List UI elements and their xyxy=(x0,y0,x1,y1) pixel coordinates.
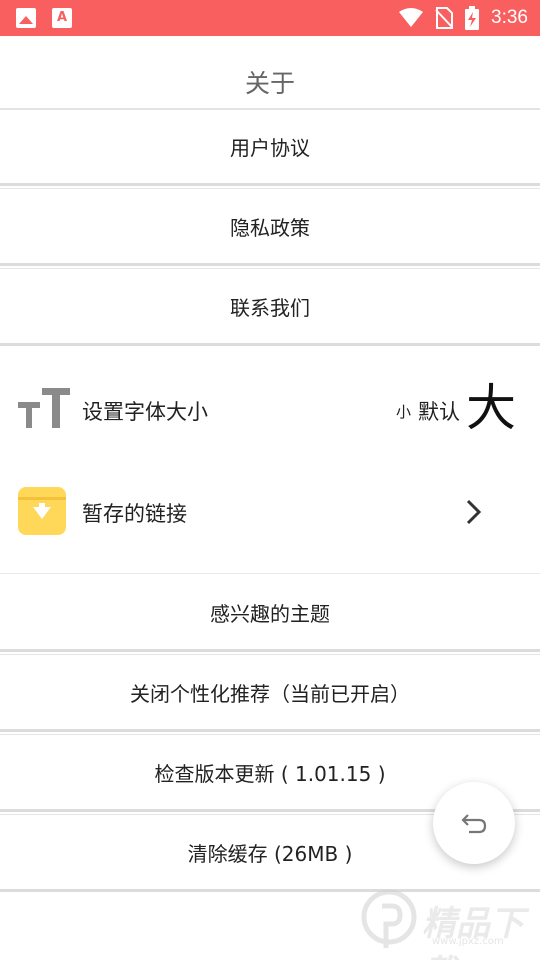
clear-cache-label: 清除缓存 (26MB ) xyxy=(187,841,353,866)
check-update-label: 检查版本更新 ( 1.01.15 ) xyxy=(154,761,386,786)
watermark-p-icon xyxy=(361,889,417,948)
font-size-label: 设置字体大小 xyxy=(82,400,208,424)
saved-links-folder-icon xyxy=(18,487,66,535)
watermark-logo: 精品下载 www.jpxz.com xyxy=(356,886,536,960)
interest-topics-label: 感兴趣的主题 xyxy=(210,602,330,626)
status-time: 3:36 xyxy=(491,7,528,28)
saved-links-item[interactable] xyxy=(0,464,540,574)
privacy-policy-item[interactable]: 隐私政策 xyxy=(0,188,540,266)
chevron-right-icon xyxy=(466,499,482,525)
user-agreement-item[interactable]: 用户协议 xyxy=(0,110,540,186)
wifi-icon xyxy=(399,8,424,27)
app-notification-icon: A xyxy=(52,8,72,28)
user-agreement-label: 用户协议 xyxy=(230,136,310,160)
saved-links-label: 暂存的链接 xyxy=(82,502,187,526)
font-size-small-option[interactable]: 小 xyxy=(396,401,411,422)
no-sim-icon xyxy=(435,7,454,29)
watermark-text: 精品下载 xyxy=(422,904,524,960)
image-notification-icon xyxy=(16,8,36,28)
personalization-item[interactable]: 关闭个性化推荐（当前已开启） xyxy=(0,654,540,732)
personalization-label: 关闭个性化推荐（当前已开启） xyxy=(130,681,410,706)
font-size-default-option[interactable]: 默认 xyxy=(418,396,460,426)
privacy-policy-label: 隐私政策 xyxy=(230,215,310,240)
undo-arrow-icon xyxy=(461,814,487,834)
font-size-large-option[interactable]: 大 xyxy=(466,378,516,438)
status-bar: A 3:36 xyxy=(0,0,540,36)
font-size-icon xyxy=(18,388,70,428)
battery-charging-icon xyxy=(465,6,480,30)
contact-us-label: 联系我们 xyxy=(230,295,310,320)
back-fab-button[interactable] xyxy=(433,782,515,864)
page-title: 关于 xyxy=(244,69,295,98)
contact-us-item[interactable]: 联系我们 xyxy=(0,268,540,346)
title-bar: 关于 xyxy=(0,36,540,110)
interest-topics-item[interactable]: 感兴趣的主题 xyxy=(0,576,540,652)
watermark-subtext: www.jpxz.com xyxy=(432,936,504,947)
